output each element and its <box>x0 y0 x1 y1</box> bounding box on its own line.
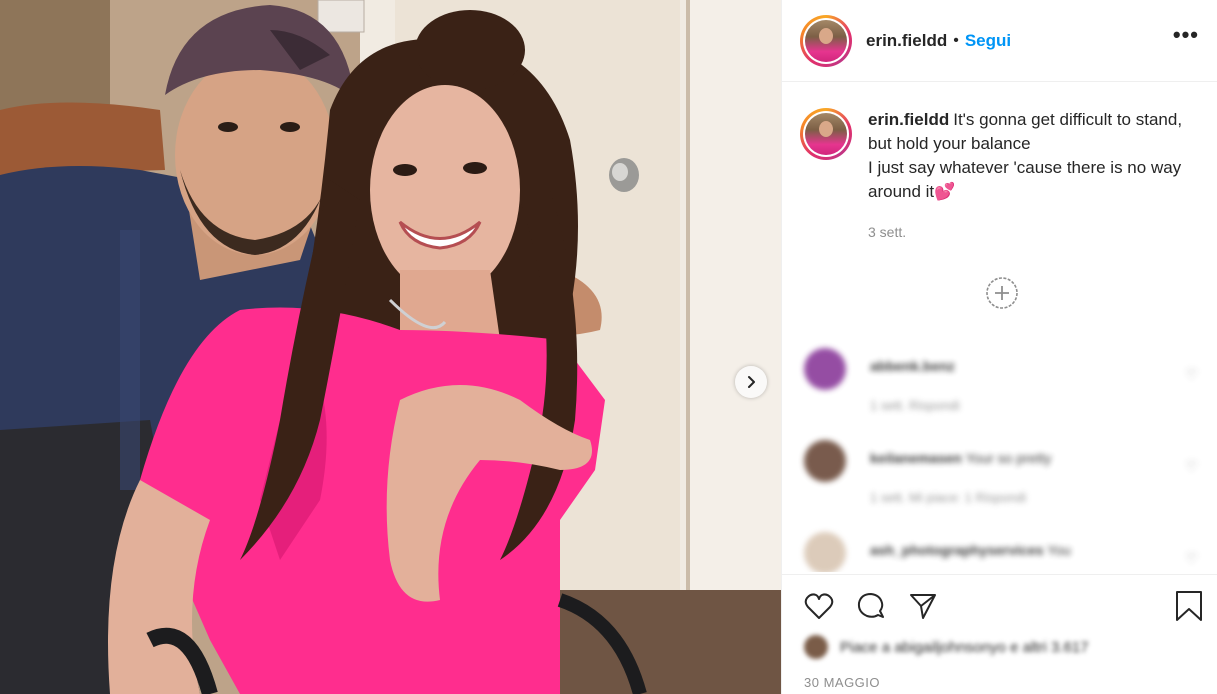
heart-icon <box>804 593 834 619</box>
comment-heart-icon[interactable]: ♡ <box>1185 458 1198 475</box>
share-icon <box>910 594 936 619</box>
comment-item: abbenk.benz 1 sett. Rispondi ♡ <box>804 348 1204 428</box>
comment-item: keilanemasen Your so pretty 1 sett. Mi p… <box>804 440 1204 520</box>
caption-avatar[interactable] <box>800 108 852 160</box>
post-sidebar: erin.fieldd • Segui ••• erin.fieldd It's … <box>781 0 1217 694</box>
comments-list: abbenk.benz 1 sett. Rispondi ♡ keilanema… <box>782 340 1217 572</box>
comment-meta[interactable]: 1 sett. Mi piace: 1 Rispondi <box>870 490 1026 505</box>
comment-text: You <box>1047 542 1071 558</box>
liker-avatar <box>804 635 828 659</box>
avatar-image <box>805 19 847 62</box>
comment-username[interactable]: keilanemasen <box>870 450 962 466</box>
save-button[interactable] <box>1172 589 1206 628</box>
share-button[interactable] <box>906 589 940 623</box>
comment-icon <box>857 593 884 618</box>
comment-meta[interactable]: 1 sett. Rispondi <box>870 398 960 413</box>
caption-text: erin.fieldd It's gonna get difficult to s… <box>868 108 1198 244</box>
plus-circle-icon <box>986 277 1018 309</box>
more-options-icon[interactable]: ••• <box>1173 24 1199 46</box>
like-button[interactable] <box>802 589 836 623</box>
header-username[interactable]: erin.fieldd <box>866 31 947 51</box>
likes-summary[interactable]: Piace a abigailjohnsonyo e altri 3.617 <box>804 635 1089 659</box>
comment-heart-icon[interactable]: ♡ <box>1185 550 1198 567</box>
chevron-right-icon <box>748 376 755 388</box>
post-caption: erin.fieldd It's gonna get difficult to s… <box>782 82 1217 244</box>
caption-line-2: I just say whatever 'cause there is no w… <box>868 158 1182 201</box>
bookmark-icon <box>1176 591 1202 621</box>
separator-dot: • <box>953 31 959 49</box>
comment-heart-icon[interactable]: ♡ <box>1185 366 1198 383</box>
comment-text: Your so pretty <box>965 450 1052 466</box>
comment-button[interactable] <box>854 589 888 623</box>
next-photo-button[interactable] <box>735 366 767 398</box>
post-header: erin.fieldd • Segui ••• <box>782 0 1217 82</box>
post-actions: Piace a abigailjohnsonyo e altri 3.617 3… <box>782 574 1217 694</box>
likes-text: Piace a abigailjohnsonyo e altri 3.617 <box>840 638 1089 656</box>
comment-username[interactable]: ash_photographyservices <box>870 542 1044 558</box>
caption-username[interactable]: erin.fieldd <box>868 110 949 129</box>
post-date: 30 MAGGIO <box>804 675 881 690</box>
avatar[interactable] <box>800 14 852 67</box>
comment-username[interactable]: abbenk.benz <box>870 358 955 374</box>
comment-avatar[interactable] <box>804 440 846 482</box>
caption-timestamp[interactable]: 3 sett. <box>868 220 1198 244</box>
post-photo <box>0 0 781 694</box>
avatar-image <box>805 113 847 155</box>
post-image <box>0 0 781 694</box>
comment-avatar[interactable] <box>804 532 846 572</box>
comment-item: ash_photographyservices You ♡ <box>804 532 1204 572</box>
load-more-comments-button[interactable] <box>985 276 1019 310</box>
follow-button[interactable]: Segui <box>965 31 1011 51</box>
comment-avatar[interactable] <box>804 348 846 390</box>
